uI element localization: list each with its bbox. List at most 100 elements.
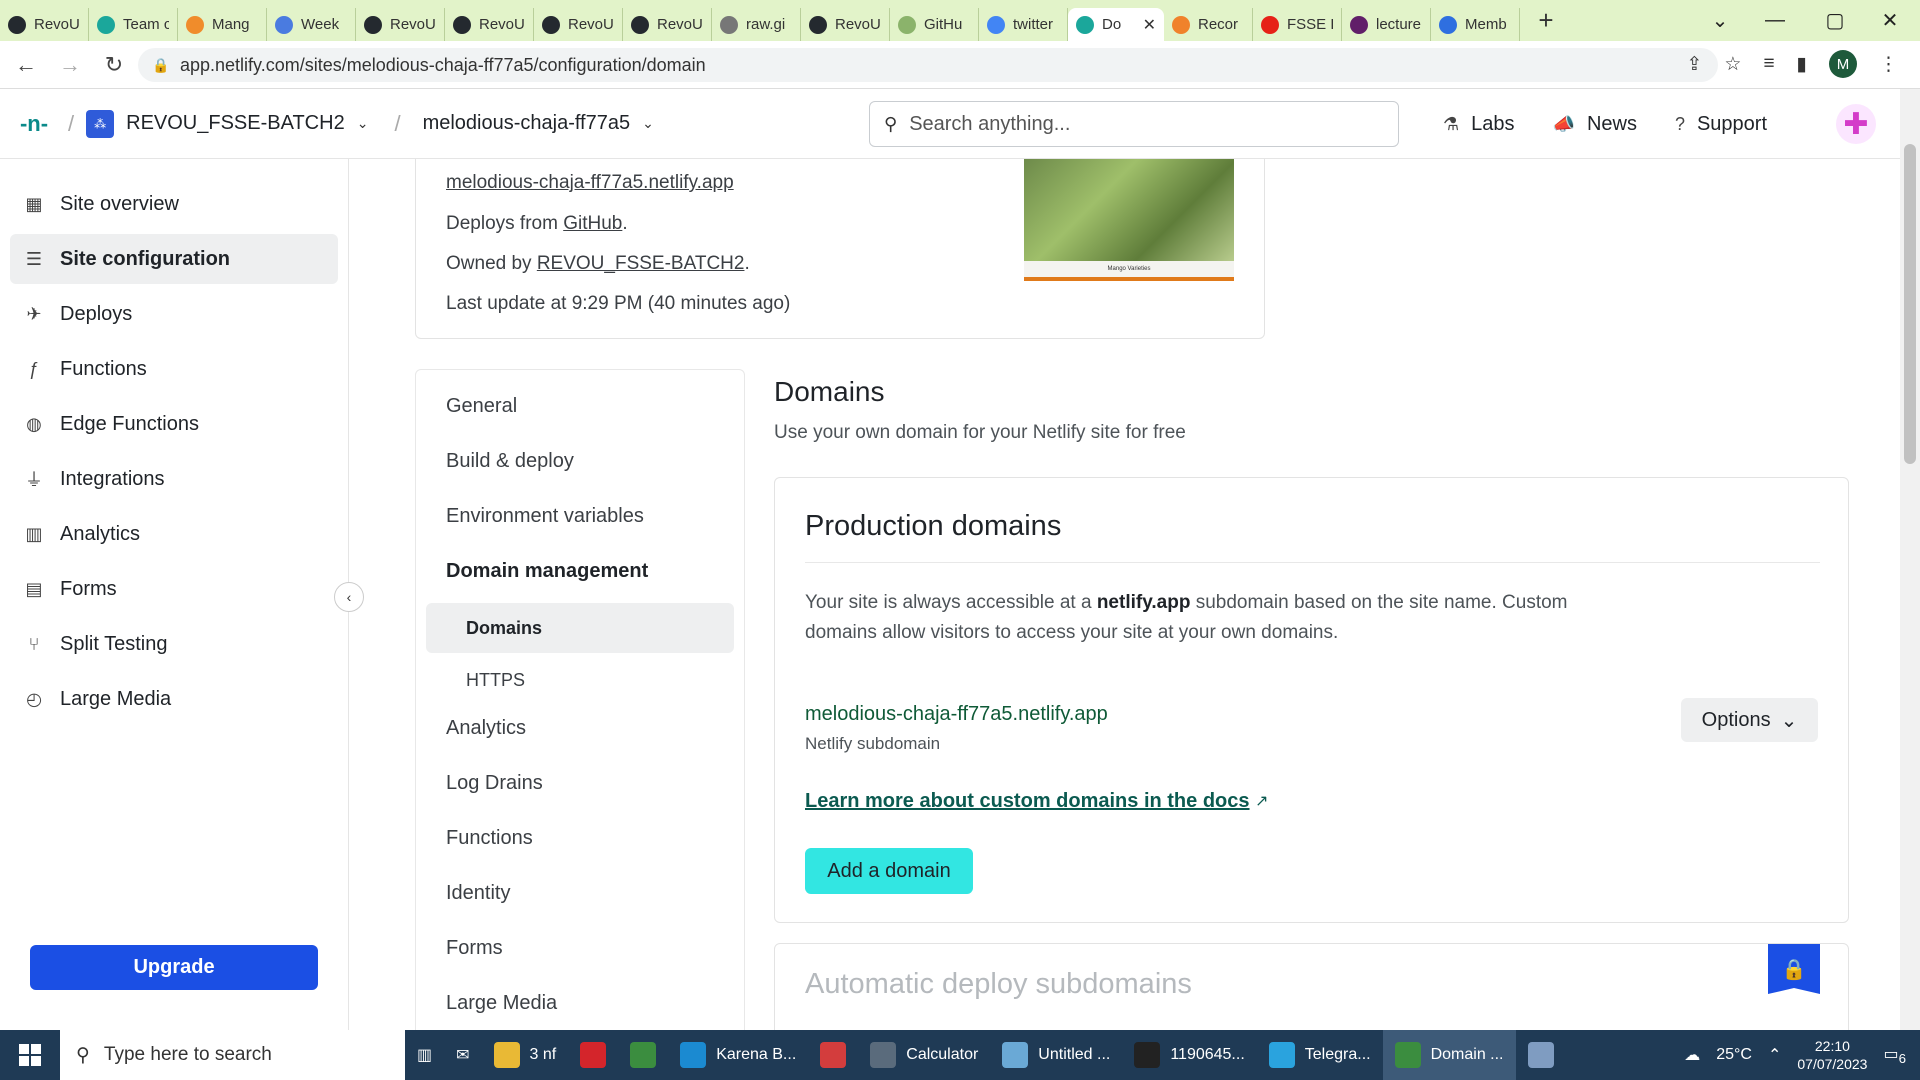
weather-temp[interactable]: 25°C	[1716, 1046, 1752, 1064]
tab-search-icon[interactable]: ⌄	[1700, 0, 1740, 41]
close-tab-icon[interactable]: ✕	[1143, 15, 1156, 35]
site-switcher[interactable]: melodious-chaja-ff77a5	[423, 112, 631, 135]
chevron-down-icon[interactable]: ⌄	[642, 115, 654, 132]
share-icon[interactable]: ⇪	[1686, 53, 1702, 76]
subnav-item[interactable]: Forms	[446, 937, 503, 960]
chevron-down-icon[interactable]: ⌄	[357, 115, 369, 132]
subnav-item[interactable]: Environment variables	[446, 505, 644, 528]
subnav-item[interactable]: Log Drains	[446, 772, 543, 795]
subnav-child[interactable]: HTTPS	[426, 655, 734, 705]
browser-tab[interactable]: FSSE E	[1253, 8, 1342, 41]
sidepanel-icon[interactable]: ▮	[1797, 53, 1807, 76]
sidebar-item-large-media[interactable]: ◴ Large Media	[10, 674, 338, 724]
back-icon[interactable]: ←	[8, 52, 44, 78]
profile-avatar[interactable]: M	[1829, 50, 1857, 78]
news-link[interactable]: 📣 News	[1553, 113, 1637, 136]
start-button[interactable]	[0, 1030, 60, 1080]
support-link[interactable]: ? Support	[1675, 113, 1767, 136]
taskbar-app[interactable]: Karena B...	[668, 1030, 808, 1080]
forward-icon[interactable]: →	[52, 52, 88, 78]
notification-icon[interactable]: ▭6	[1883, 1044, 1906, 1066]
app-header: -n- / ⁂ REVOU_FSSE-BATCH2 ⌄ / melodious-…	[0, 89, 1900, 159]
learn-more-link[interactable]: Learn more about custom domains in the d…	[805, 790, 1250, 813]
subnav-item[interactable]: Identity	[446, 882, 510, 905]
options-button[interactable]: Options ⌄	[1681, 698, 1818, 742]
sidebar-item-integrations[interactable]: ⏚ Integrations	[10, 454, 338, 504]
maximize-icon[interactable]: ▢	[1815, 0, 1855, 41]
minimize-icon[interactable]: —	[1755, 0, 1795, 41]
menu-kebab-icon[interactable]: ⋮	[1879, 53, 1898, 76]
owner-link[interactable]: REVOU_FSSE-BATCH2	[537, 253, 745, 274]
sidebar-item-edge-functions[interactable]: ◍ Edge Functions	[10, 399, 338, 449]
google-icon	[987, 15, 1005, 34]
taskbar-app[interactable]: 1190645...	[1122, 1030, 1256, 1080]
browser-tab[interactable]: RevoU	[0, 8, 89, 41]
close-window-icon[interactable]: ✕	[1870, 0, 1910, 41]
sidebar-item-site-configuration[interactable]: ☰ Site configuration	[10, 234, 338, 284]
user-avatar[interactable]: ✚	[1836, 104, 1876, 144]
task-view-icon[interactable]: ▥	[405, 1030, 444, 1080]
clock[interactable]: 22:10 07/07/2023	[1797, 1037, 1867, 1073]
new-tab-icon[interactable]: +	[1526, 5, 1566, 36]
labs-link[interactable]: ⚗ Labs	[1443, 113, 1515, 136]
collapse-sidebar-icon[interactable]: ‹	[334, 582, 364, 612]
browser-tab[interactable]: RevoU	[801, 8, 890, 41]
browser-tab[interactable]: Team c	[89, 8, 178, 41]
browser-tab[interactable]: RevoU	[356, 8, 445, 41]
weather-icon[interactable]: ☁	[1684, 1045, 1700, 1065]
chevron-up-icon[interactable]: ⌃	[1768, 1045, 1781, 1065]
team-switcher[interactable]: REVOU_FSSE-BATCH2	[126, 112, 345, 135]
browser-tab[interactable]: Week	[267, 8, 356, 41]
bookmark-star-icon[interactable]: ☆	[1724, 53, 1741, 76]
subnav-item[interactable]: General	[446, 395, 517, 418]
sidebar-item-analytics[interactable]: ▥ Analytics	[10, 509, 338, 559]
taskbar-app[interactable]: Domain ...	[1382, 1030, 1516, 1080]
subnav-item[interactable]: Build & deploy	[446, 450, 574, 473]
sidebar-item-site-overview[interactable]: ▦ Site overview	[10, 179, 338, 229]
taskbar-search[interactable]: ⚲ Type here to search	[60, 1030, 405, 1080]
taskbar-app[interactable]	[568, 1030, 618, 1080]
github-link[interactable]: GitHub	[563, 213, 622, 234]
mail-icon[interactable]: ✉	[444, 1030, 481, 1080]
site-url-link[interactable]: melodious-chaja-ff77a5.netlify.app	[446, 172, 734, 194]
subnav-item[interactable]: Large Media	[446, 992, 557, 1015]
subnav-child[interactable]: Domains	[426, 603, 734, 653]
search-input[interactable]: ⚲ Search anything...	[869, 101, 1399, 147]
browser-tab[interactable]: twitter	[979, 8, 1068, 41]
sidebar-item-deploys[interactable]: ✈ Deploys	[10, 289, 338, 339]
browser-tab[interactable]: RevoU	[623, 8, 712, 41]
netlify-logo-icon[interactable]: -n-	[12, 102, 56, 146]
add-domain-button[interactable]: Add a domain	[805, 848, 973, 894]
browser-tab[interactable]: Memb	[1431, 8, 1520, 41]
sidebar-item-forms[interactable]: ▤ Forms	[10, 564, 338, 614]
upgrade-button[interactable]: Upgrade	[30, 945, 318, 990]
lock-icon[interactable]: 🔒	[1768, 944, 1820, 994]
browser-tab[interactable]: Do ✕	[1068, 8, 1164, 41]
taskbar-app[interactable]: Calculator	[858, 1030, 990, 1080]
scrollbar-thumb[interactable]	[1904, 144, 1916, 464]
browser-tab[interactable]: RevoU	[445, 8, 534, 41]
taskbar-app[interactable]	[808, 1030, 858, 1080]
reload-icon[interactable]: ↻	[96, 52, 132, 78]
taskbar-app[interactable]: Telegra...	[1257, 1030, 1383, 1080]
taskbar-app[interactable]	[1516, 1030, 1566, 1080]
subnav-item[interactable]: Analytics	[446, 717, 526, 740]
netlify-subdomain-link[interactable]: melodious-chaja-ff77a5.netlify.app	[805, 703, 1108, 726]
subnav-item[interactable]: Domain management	[446, 560, 648, 583]
browser-tab[interactable]: RevoU	[534, 8, 623, 41]
subnav-item[interactable]: Functions	[446, 827, 533, 850]
url-field[interactable]: 🔒 app.netlify.com/sites/melodious-chaja-…	[138, 48, 1718, 82]
sidebar-item-functions[interactable]: ƒ Functions	[10, 344, 338, 394]
browser-tab[interactable]: Mang	[178, 8, 267, 41]
site-thumbnail[interactable]: Mango Varieties	[1024, 159, 1234, 281]
taskbar-app[interactable]	[618, 1030, 668, 1080]
taskbar-app[interactable]: Untitled ...	[990, 1030, 1122, 1080]
browser-tab[interactable]: raw.gi	[712, 8, 801, 41]
browser-tab[interactable]: Recor	[1164, 8, 1253, 41]
browser-tab[interactable]: lecture	[1342, 8, 1431, 41]
page-scrollbar[interactable]	[1900, 89, 1920, 1030]
sidebar-item-split-testing[interactable]: ⑂ Split Testing	[10, 619, 338, 669]
taskbar-app[interactable]: 3 nf	[482, 1030, 569, 1080]
reading-list-icon[interactable]: ≡	[1763, 53, 1774, 75]
browser-tab[interactable]: GitHu	[890, 8, 979, 41]
